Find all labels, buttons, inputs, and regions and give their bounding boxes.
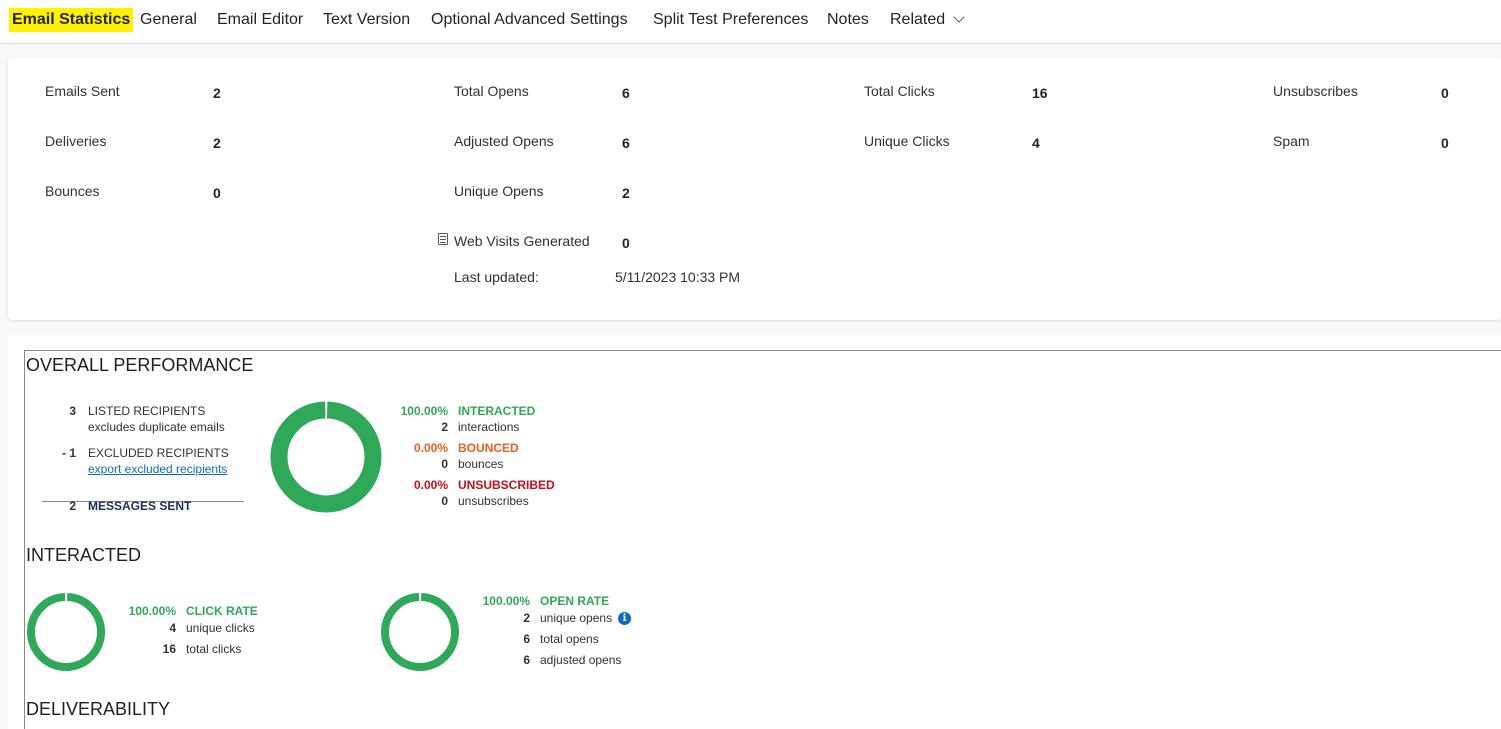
chevron-down-icon <box>953 11 965 23</box>
click-rate-donut <box>27 593 105 671</box>
total-opens-label: Total Opens <box>454 83 529 99</box>
tab-optional-advanced-settings[interactable]: Optional Advanced Settings <box>431 8 628 32</box>
tab-general[interactable]: General <box>140 8 197 32</box>
click-rate-label: CLICK RATE <box>186 604 258 618</box>
open-rate-donut <box>381 593 459 671</box>
total-opens-text: total opens <box>540 632 599 646</box>
unique-opens-text: unique opens <box>540 611 613 625</box>
unique-opens-count: 2 <box>523 611 530 625</box>
interacted-pct: 100.00% <box>400 404 448 418</box>
click-rate-pct: 100.00% <box>128 604 176 618</box>
last-updated-label: Last updated: <box>454 269 539 285</box>
messages-sent-count: 2 <box>69 499 76 513</box>
total-clicks-label: Total Clicks <box>864 83 935 99</box>
unique-clicks-count: 4 <box>169 621 176 635</box>
total-clicks-count: 16 <box>162 642 176 656</box>
deliveries-label: Deliveries <box>45 133 107 149</box>
unsubscribes-count: 0 <box>441 494 448 508</box>
unsubscribes-unit: unsubscribes <box>458 494 529 508</box>
bounces-unit: bounces <box>458 457 504 471</box>
spam-value: 0 <box>1441 135 1449 151</box>
adjusted-opens-label: Adjusted Opens <box>454 133 554 149</box>
adjusted-opens-value: 6 <box>622 135 630 151</box>
interacted-title: INTERACTED <box>26 545 142 565</box>
open-rate-label: OPEN RATE <box>540 594 610 608</box>
excluded-recipients-count: - 1 <box>61 446 76 460</box>
web-visits-label: Web Visits Generated <box>454 233 590 249</box>
unique-clicks-text: unique clicks <box>186 621 255 635</box>
deliverability-title: DELIVERABILITY <box>26 699 171 719</box>
deliveries-value: 2 <box>213 135 221 151</box>
unsubscribed-pct: 0.00% <box>413 478 448 492</box>
adjusted-opens-count: 6 <box>523 653 530 667</box>
email-stats-card: Emails Sent 2 Deliveries 2 Bounces 0 Tot… <box>8 58 1501 320</box>
emails-sent-label: Emails Sent <box>45 83 120 99</box>
unsubscribes-label: Unsubscribes <box>1273 83 1358 99</box>
bounces-count: 0 <box>441 457 448 471</box>
listed-recipients-count: 3 <box>69 404 76 418</box>
tab-notes[interactable]: Notes <box>827 8 869 32</box>
web-visits-value: 0 <box>622 235 630 251</box>
tab-email-editor[interactable]: Email Editor <box>217 8 303 32</box>
info-icon[interactable]: i <box>618 612 631 625</box>
interactions-unit: interactions <box>458 420 520 434</box>
open-rate-ring <box>381 593 459 671</box>
interacted-label: INTERACTED <box>458 404 536 418</box>
listed-recipients-note: excludes duplicate emails <box>88 420 225 434</box>
unique-clicks-label: Unique Clicks <box>864 133 950 149</box>
total-clicks-value: 16 <box>1032 85 1048 101</box>
calculator-icon <box>438 233 448 245</box>
messages-sent-label: MESSAGES SENT <box>88 499 192 513</box>
performance-panel: OVERALL PERFORMANCE 3 LISTED RECIPIENTS … <box>8 335 1501 729</box>
interactions-count: 2 <box>441 420 448 434</box>
bounced-label: BOUNCED <box>458 441 519 455</box>
unsubscribed-label: UNSUBSCRIBED <box>458 478 555 492</box>
open-rate-pct: 100.00% <box>482 594 530 608</box>
click-rate-ring <box>27 593 105 671</box>
bounces-value: 0 <box>213 185 221 201</box>
bounces-label: Bounces <box>45 183 100 199</box>
total-opens-count: 6 <box>523 632 530 646</box>
overall-performance-title: OVERALL PERFORMANCE <box>26 355 254 375</box>
tab-email-statistics[interactable]: Email Statistics <box>9 8 134 32</box>
bounced-pct: 0.00% <box>413 441 448 455</box>
total-opens-value: 6 <box>622 85 630 101</box>
emails-sent-value: 2 <box>213 85 221 101</box>
interacted-ring <box>270 401 382 513</box>
excluded-recipients-label: EXCLUDED RECIPIENTS <box>88 446 229 460</box>
tab-split-test-preferences[interactable]: Split Test Preferences <box>653 8 808 32</box>
export-excluded-recipients-link[interactable]: export excluded recipients <box>88 462 227 476</box>
adjusted-opens-text: adjusted opens <box>540 653 622 667</box>
overall-performance-donut <box>270 401 382 513</box>
unsubscribes-value: 0 <box>1441 85 1449 101</box>
tab-related-label: Related <box>890 11 946 28</box>
tab-bar: Email Statistics General Email Editor Te… <box>0 0 1501 44</box>
tab-text-version[interactable]: Text Version <box>323 8 410 32</box>
unique-clicks-value: 4 <box>1032 135 1040 151</box>
listed-recipients-label: LISTED RECIPIENTS <box>88 404 206 418</box>
spam-label: Spam <box>1273 133 1310 149</box>
tab-related[interactable]: Related <box>890 8 965 32</box>
unique-opens-label: Unique Opens <box>454 183 544 199</box>
unique-opens-value: 2 <box>622 185 630 201</box>
total-clicks-text: total clicks <box>186 642 242 656</box>
last-updated-value: 5/11/2023 10:33 PM <box>615 269 741 285</box>
performance-frame: OVERALL PERFORMANCE 3 LISTED RECIPIENTS … <box>24 350 1501 729</box>
